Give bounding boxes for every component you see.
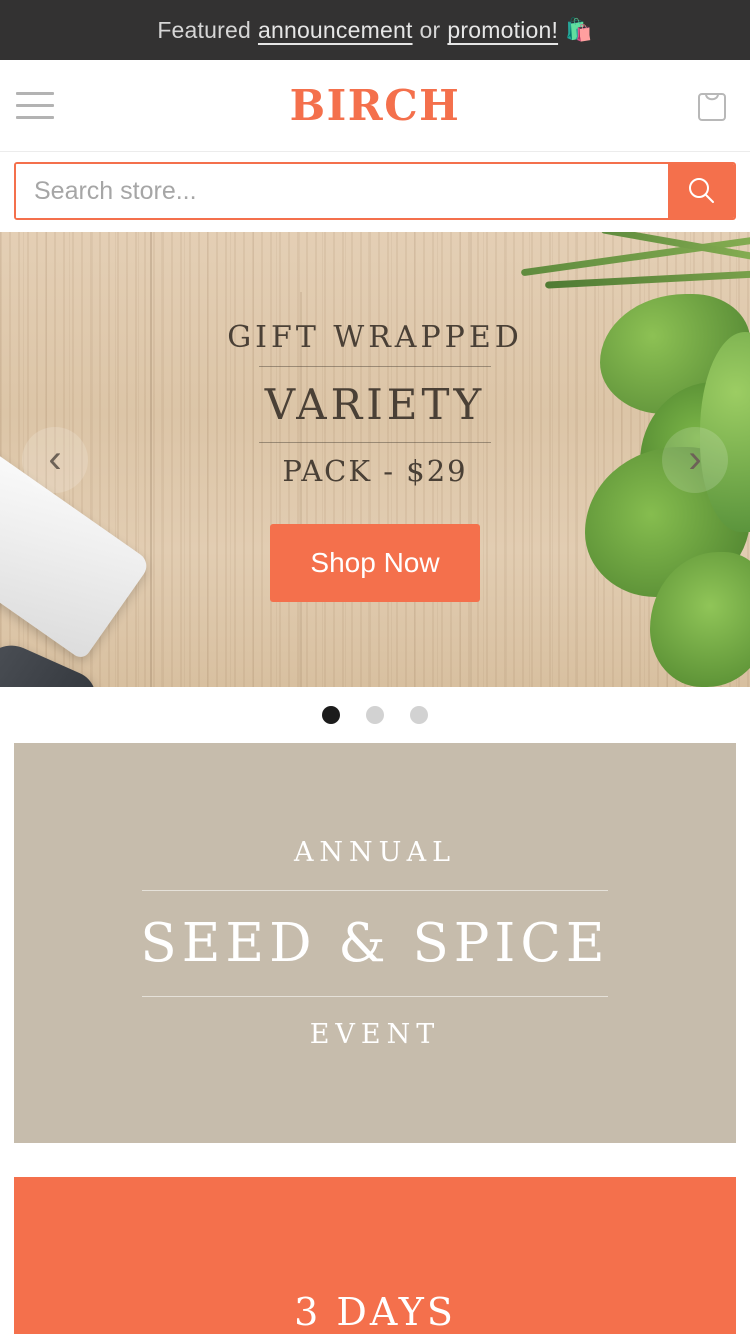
promo-subtitle: EVENT: [309, 1018, 441, 1050]
shopping-bag-icon[interactable]: [692, 85, 732, 127]
carousel-next-arrow[interactable]: ›: [662, 426, 728, 493]
promo-card-three-days[interactable]: 3 DAYS: [14, 1177, 736, 1334]
hero-carousel[interactable]: GIFT WRAPPED VARIETY PACK - $29 Shop Now…: [0, 232, 750, 687]
carousel-dot-1[interactable]: [322, 706, 340, 724]
promo-card-seed-spice[interactable]: ANNUAL SEED & SPICE EVENT: [14, 743, 736, 1143]
carousel-prev-arrow[interactable]: ‹: [22, 426, 88, 493]
promo-divider: [142, 889, 608, 891]
hero-headline-bottom: PACK - $29: [282, 454, 468, 488]
announcement-bar: Featured announcement or promotion! 🛍️: [0, 0, 750, 60]
shop-now-button[interactable]: Shop Now: [270, 524, 480, 602]
promo-section: ANNUAL SEED & SPICE EVENT 3 DAYS: [0, 743, 750, 1334]
promo-title: 3 DAYS: [294, 1289, 456, 1334]
search-bar: [14, 162, 736, 220]
hamburger-line: [16, 92, 54, 95]
announcement-middle: or: [419, 16, 441, 43]
mobile-storefront-page: Featured announcement or promotion! 🛍️ B…: [0, 0, 750, 1334]
hero-text-block: GIFT WRAPPED VARIETY PACK - $29 Shop Now: [0, 232, 750, 687]
announcement-link-1[interactable]: announcement: [258, 17, 413, 44]
hamburger-icon[interactable]: [12, 86, 58, 126]
announcement-link-2[interactable]: promotion!: [447, 17, 558, 44]
promo-eyebrow: ANNUAL: [293, 836, 457, 868]
hero-divider: [259, 366, 491, 367]
hamburger-line: [16, 116, 54, 119]
carousel-pagination: [0, 687, 750, 743]
announcement-prefix: Featured: [157, 16, 251, 43]
shopping-bags-emoji: 🛍️: [565, 17, 593, 42]
hero-headline-main: VARIETY: [264, 380, 486, 429]
search-submit-button[interactable]: [668, 164, 734, 218]
search-section: [0, 152, 750, 232]
promo-title: SEED & SPICE: [140, 912, 610, 974]
magnifier-icon: [689, 178, 714, 203]
hero-headline-top: GIFT WRAPPED: [227, 320, 523, 355]
search-input[interactable]: [16, 164, 668, 218]
announcement-text: Featured announcement or promotion! 🛍️: [157, 17, 592, 44]
site-header: BIRCH: [0, 60, 750, 152]
promo-divider: [142, 995, 608, 997]
hamburger-line: [16, 104, 54, 107]
hero-divider: [259, 442, 491, 443]
carousel-dot-2[interactable]: [366, 706, 384, 724]
carousel-dot-3[interactable]: [410, 706, 428, 724]
site-logo[interactable]: BIRCH: [290, 81, 461, 130]
